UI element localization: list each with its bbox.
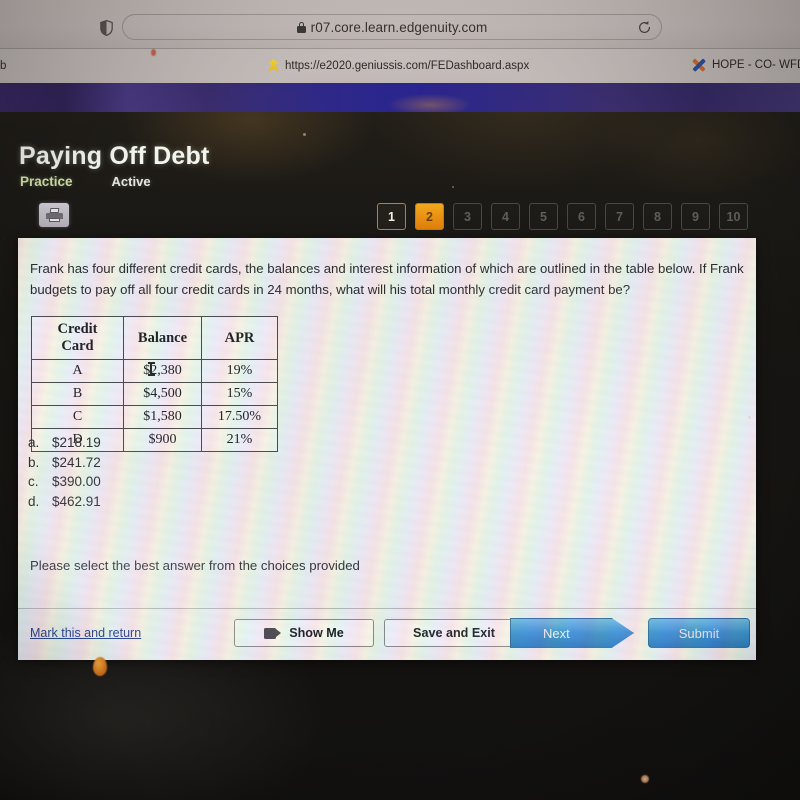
table-cell: B — [31, 382, 124, 406]
mark-this-and-return-link[interactable]: Mark this and return — [30, 626, 141, 640]
table-cell: C — [31, 405, 124, 429]
table-header-cell: APR — [201, 316, 278, 360]
next-label: Next — [543, 625, 570, 641]
question-nav-item-3[interactable]: 3 — [453, 203, 482, 230]
desktop-color-band — [0, 83, 800, 112]
video-camera-icon — [264, 627, 282, 639]
question-nav-item-9[interactable]: 9 — [681, 203, 710, 230]
browser-tab-hope-co-wfd[interactable]: HOPE - CO- WFD — [692, 58, 800, 72]
table-header-row: Credit Card Balance APR — [31, 316, 278, 360]
question-navigation[interactable]: 1 2 3 4 5 6 7 8 9 10 — [377, 203, 748, 230]
table-cell: 15% — [201, 382, 278, 406]
question-nav-item-7[interactable]: 7 — [605, 203, 634, 230]
browser-tab-title: HOPE - CO- WFD — [712, 59, 800, 71]
answer-choices: a. $218.19 b. $241.72 c. $390.00 d. $462.91 — [28, 433, 101, 511]
table-cell: 19% — [201, 359, 278, 383]
table-row: C $1,580 17.50% — [31, 405, 278, 429]
star-favicon-icon — [268, 59, 279, 72]
address-bar-url: r07.core.learn.edgenuity.com — [310, 19, 488, 35]
show-me-label: Show Me — [289, 626, 344, 640]
table-row: B $4,500 15% — [31, 382, 278, 406]
table-cell: $900 — [123, 428, 202, 452]
save-and-exit-button[interactable]: Save and Exit — [384, 619, 524, 647]
excel-x-icon — [692, 58, 706, 72]
choice-value: $390.00 — [52, 474, 101, 490]
question-nav-item-5[interactable]: 5 — [529, 203, 558, 230]
photo-of-screen: r07.core.learn.edgenuity.com b https://e… — [0, 0, 800, 800]
reload-icon[interactable] — [637, 20, 652, 35]
choice-letter: c. — [28, 474, 39, 490]
choice-value: $241.72 — [52, 454, 101, 470]
panel-content: Frank has four different credit cards, t… — [18, 238, 756, 660]
choice-value: $218.19 — [52, 435, 101, 450]
table-header-cell: Credit Card — [31, 316, 124, 360]
show-me-button[interactable]: Show Me — [234, 619, 374, 647]
page-title: Paying Off Debt — [19, 142, 210, 170]
table-cell: $2,380 — [123, 359, 202, 383]
question-text: Frank has four different credit cards, t… — [30, 261, 744, 297]
bookmark-item[interactable]: https://e2020.geniussis.com/FEDashboard.… — [268, 59, 529, 72]
question-nav-item-8[interactable]: 8 — [643, 203, 672, 230]
submit-button[interactable]: Submit — [648, 618, 750, 648]
address-bar[interactable]: r07.core.learn.edgenuity.com — [122, 14, 662, 40]
question-nav-item-10[interactable]: 10 — [719, 203, 748, 230]
question-nav-item-4[interactable]: 4 — [491, 203, 520, 230]
text-caret-artifact — [148, 362, 154, 376]
choice-value: $462.91 — [52, 493, 101, 509]
credit-card-table: Credit Card Balance APR A $2,380 19% B $4,50… — [31, 316, 278, 452]
question-nav-item-2[interactable]: 2 — [415, 203, 444, 230]
activity-panel: Frank has four different credit cards, t… — [18, 238, 756, 660]
print-button[interactable] — [39, 203, 69, 227]
answer-choice-a[interactable]: a. $218.19 — [28, 433, 101, 453]
choice-letter: a. — [28, 435, 40, 450]
submit-label: Submit — [678, 625, 720, 641]
table-cell: 17.50% — [201, 405, 278, 429]
table-cell: $4,500 — [123, 382, 202, 406]
activity-toolbar: Mark this and return Show Me Save and Ex… — [18, 608, 756, 660]
answer-choice-d[interactable]: d. $462.91 — [28, 492, 101, 512]
page-subheader: Practice Active — [20, 174, 151, 189]
save-and-exit-label: Save and Exit — [413, 626, 495, 640]
status-badge: Active — [111, 174, 151, 189]
table-cell: 21% — [201, 428, 278, 452]
bookmark-left-partial[interactable]: b — [0, 60, 6, 72]
instruction-text: Please select the best answer from the c… — [30, 558, 360, 573]
lock-icon — [296, 21, 306, 33]
choice-letter: d. — [28, 493, 40, 509]
table-header-cell: Balance — [123, 316, 202, 360]
table-cell: A — [31, 359, 124, 383]
table-cell: $1,580 — [123, 405, 202, 429]
answer-choice-b[interactable]: b. $241.72 — [28, 453, 101, 473]
answer-choice-c[interactable]: c. $390.00 — [28, 472, 101, 492]
bookmark-url-label: https://e2020.geniussis.com/FEDashboard.… — [285, 59, 530, 72]
printer-icon — [45, 207, 63, 223]
shield-icon[interactable] — [100, 20, 113, 36]
choice-letter: b. — [28, 454, 40, 470]
next-button[interactable]: Next — [510, 618, 634, 648]
question-nav-item-1[interactable]: 1 — [377, 203, 406, 230]
question-nav-item-6[interactable]: 6 — [567, 203, 596, 230]
assignment-type-label: Practice — [20, 174, 73, 189]
table-row: A $2,380 19% — [31, 359, 278, 383]
